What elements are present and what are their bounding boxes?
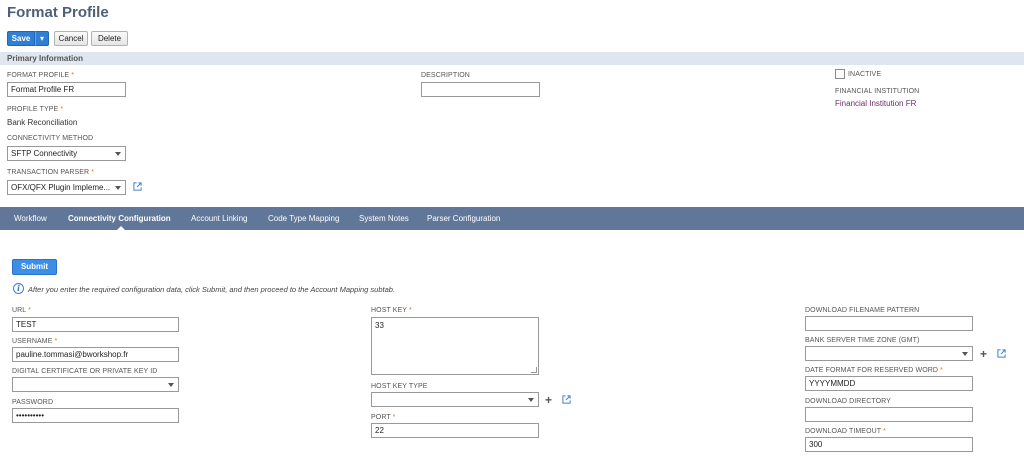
delete-button[interactable]: Delete: [91, 31, 128, 46]
username-label: USERNAME *: [12, 338, 58, 345]
tab-parser-configuration[interactable]: Parser Configuration: [427, 207, 500, 230]
port-label: PORT *: [371, 414, 396, 421]
chevron-down-icon: [115, 152, 121, 156]
tab-workflow[interactable]: Workflow: [14, 207, 47, 230]
profile-type-label: PROFILE TYPE *: [7, 106, 64, 113]
financial-institution-label: FINANCIAL INSTITUTION: [835, 88, 920, 95]
bank-server-time-zone-select[interactable]: [805, 346, 973, 361]
username-input[interactable]: pauline.tommasi@bworkshop.fr: [12, 347, 179, 362]
tab-code-type-mapping[interactable]: Code Type Mapping: [268, 207, 339, 230]
date-format-label: DATE FORMAT FOR RESERVED WORD *: [805, 367, 943, 374]
format-profile-label: FORMAT PROFILE *: [7, 72, 75, 79]
transaction-parser-label: TRANSACTION PARSER *: [7, 169, 95, 176]
submit-button[interactable]: Submit: [12, 259, 57, 275]
save-button[interactable]: Save: [7, 31, 35, 46]
tab-system-notes[interactable]: System Notes: [359, 207, 409, 230]
section-title: Primary Information: [7, 54, 84, 63]
bank-server-time-zone-label: BANK SERVER TIME ZONE (GMT): [805, 337, 920, 344]
format-profile-input[interactable]: Format Profile FR: [7, 82, 126, 97]
download-filename-pattern-input[interactable]: [805, 316, 973, 331]
add-icon[interactable]: +: [980, 348, 987, 360]
primary-information-header[interactable]: Primary Information: [0, 52, 1024, 65]
host-key-textarea[interactable]: 33: [371, 317, 539, 375]
connectivity-method-value: SFTP Connectivity: [11, 149, 78, 158]
chevron-down-icon: [962, 352, 968, 356]
description-input[interactable]: [421, 82, 540, 97]
active-tab-indicator: [117, 226, 125, 230]
inactive-label: INACTIVE: [848, 71, 882, 78]
chevron-down-icon: [115, 186, 121, 190]
add-icon[interactable]: +: [545, 394, 552, 406]
tab-account-linking[interactable]: Account Linking: [191, 207, 247, 230]
resize-handle-icon[interactable]: [531, 367, 537, 373]
download-directory-label: DOWNLOAD DIRECTORY: [805, 398, 891, 405]
host-key-type-select[interactable]: [371, 392, 539, 407]
open-external-icon[interactable]: [133, 182, 142, 191]
digital-certificate-label: DIGITAL CERTIFICATE OR PRIVATE KEY ID: [12, 368, 158, 375]
url-input[interactable]: TEST: [12, 317, 179, 332]
port-input[interactable]: 22: [371, 423, 539, 438]
financial-institution-link[interactable]: Financial Institution FR: [835, 99, 916, 108]
open-external-icon[interactable]: [997, 349, 1006, 358]
password-label: PASSWORD: [12, 399, 54, 406]
save-menu-button[interactable]: ▾: [35, 31, 49, 46]
cancel-button[interactable]: Cancel: [54, 31, 88, 46]
page-title: Format Profile: [7, 4, 109, 21]
profile-type-value: Bank Reconciliation: [7, 118, 78, 127]
host-key-value: 33: [375, 321, 384, 330]
download-filename-pattern-label: DOWNLOAD FILENAME PATTERN: [805, 307, 920, 314]
open-external-icon[interactable]: [562, 395, 571, 404]
url-label: URL *: [12, 307, 31, 314]
subtab-bar: Workflow Connectivity Configuration Acco…: [0, 207, 1024, 230]
chevron-down-icon: [528, 398, 534, 402]
download-directory-input[interactable]: [805, 407, 973, 422]
download-timeout-input[interactable]: 300: [805, 437, 973, 452]
connectivity-method-label: CONNECTIVITY METHOD: [7, 135, 94, 142]
date-format-input[interactable]: YYYYMMDD: [805, 376, 973, 391]
digital-certificate-select[interactable]: [12, 377, 179, 392]
chevron-down-icon: [168, 383, 174, 387]
description-label: DESCRIPTION: [421, 72, 470, 79]
download-timeout-label: DOWNLOAD TIMEOUT *: [805, 428, 886, 435]
host-key-type-label: HOST KEY TYPE: [371, 383, 428, 390]
info-icon: i: [13, 283, 24, 294]
transaction-parser-value: OFX/QFX Plugin Impleme...: [11, 183, 111, 192]
info-message: After you enter the required configurati…: [28, 285, 396, 294]
password-input[interactable]: ••••••••••: [12, 408, 179, 423]
transaction-parser-select[interactable]: OFX/QFX Plugin Impleme...: [7, 180, 126, 195]
host-key-label: HOST KEY *: [371, 307, 412, 314]
connectivity-method-select[interactable]: SFTP Connectivity: [7, 146, 126, 161]
inactive-checkbox[interactable]: [835, 69, 845, 79]
